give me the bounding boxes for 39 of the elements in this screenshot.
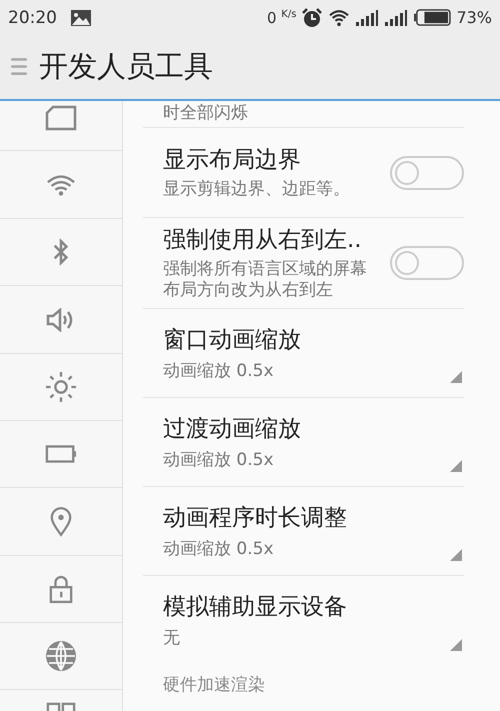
setting-title: 显示布局边界 [163,146,302,176]
setting-title: 强制使用从右到左.. [163,226,363,255]
lock-icon[interactable] [49,574,73,604]
signal-icon [384,8,408,26]
dropdown-corner-icon[interactable] [450,548,462,560]
battery-percent: 73% [456,8,492,27]
setting-title: 过渡动画缩放 [163,414,302,444]
picture-icon [70,8,92,26]
alarm-icon [301,6,324,28]
setting-summary: 时全部闪烁 [163,102,248,124]
setting-summary: 显示剪辑边界、边距等。 [163,179,351,201]
setting-title: 动画程序时长调整 [163,504,348,532]
signal-icon [355,8,380,26]
dropdown-corner-icon[interactable] [450,370,462,382]
setting-summary: 强制将所有语言区域的屏幕布局方向改为从右到左 [163,259,368,302]
dropdown-corner-icon[interactable] [450,460,462,472]
setting-summary: 动画缩放 0.5x [163,538,274,560]
wifi-icon [328,8,350,26]
location-pin-icon[interactable] [50,506,72,536]
setting-title: 窗口动画缩放 [163,326,302,354]
menu-icon[interactable] [11,56,27,78]
setting-summary: 无 [163,627,181,649]
wifi-icon[interactable] [46,172,76,196]
sim-card-icon[interactable] [45,105,77,131]
bluetooth-icon[interactable] [52,237,70,267]
brightness-icon[interactable] [45,371,77,403]
toggle-switch[interactable] [390,246,464,280]
network-speed: 0 $^{K/s}$ [266,8,296,26]
setting-title: 模拟辅助显示设备 [163,593,348,622]
battery-icon [413,9,452,26]
clock-time: 20:20 [8,8,57,28]
setting-summary: 动画缩放 0.5x [163,448,274,470]
battery-icon[interactable] [45,444,77,464]
dropdown-corner-icon[interactable] [450,638,462,650]
section-header: 硬件加速渲染 [162,674,266,696]
page-title: 开发人员工具 [39,48,213,85]
setting-summary: 动画缩放 0.5x [163,360,274,382]
globe-icon[interactable] [45,640,77,672]
toggle-switch[interactable] [390,156,464,190]
